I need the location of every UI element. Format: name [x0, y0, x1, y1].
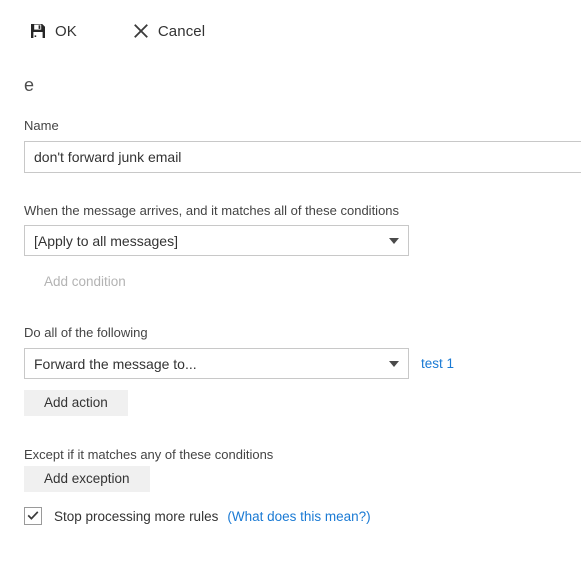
add-condition-button[interactable]: Add condition: [24, 269, 146, 295]
name-label: Name: [24, 118, 59, 133]
stop-processing-row: Stop processing more rules (What does th…: [24, 505, 371, 527]
action-select[interactable]: Forward the message to...: [24, 348, 409, 379]
actions-label: Do all of the following: [24, 325, 148, 340]
close-x-icon: [133, 23, 149, 39]
checkmark-icon: [27, 511, 39, 520]
condition-select-value: [Apply to all messages]: [34, 232, 178, 249]
stop-processing-label: Stop processing more rules: [54, 508, 219, 524]
cancel-button[interactable]: Cancel: [127, 19, 211, 43]
conditions-label: When the message arrives, and it matches…: [24, 203, 400, 218]
chevron-down-icon: [380, 360, 408, 367]
exceptions-label: Except if it matches any of these condit…: [24, 447, 274, 462]
ok-button-label: OK: [55, 22, 77, 40]
stop-processing-checkbox[interactable]: [24, 507, 42, 525]
condition-select[interactable]: [Apply to all messages]: [24, 225, 409, 256]
cancel-button-label: Cancel: [157, 22, 206, 40]
add-action-button[interactable]: Add action: [24, 390, 128, 416]
ok-button[interactable]: OK: [24, 19, 83, 43]
action-select-value: Forward the message to...: [34, 355, 197, 372]
chevron-down-icon: [380, 237, 408, 244]
what-does-this-mean-link[interactable]: (What does this mean?): [227, 509, 370, 524]
command-bar: OK Cancel: [0, 0, 581, 62]
rule-title: e: [24, 75, 35, 95]
action-target-link[interactable]: test 1: [421, 356, 454, 372]
save-floppy-icon: [30, 23, 46, 39]
rule-name-input[interactable]: [24, 141, 581, 173]
add-exception-button[interactable]: Add exception: [24, 466, 150, 492]
